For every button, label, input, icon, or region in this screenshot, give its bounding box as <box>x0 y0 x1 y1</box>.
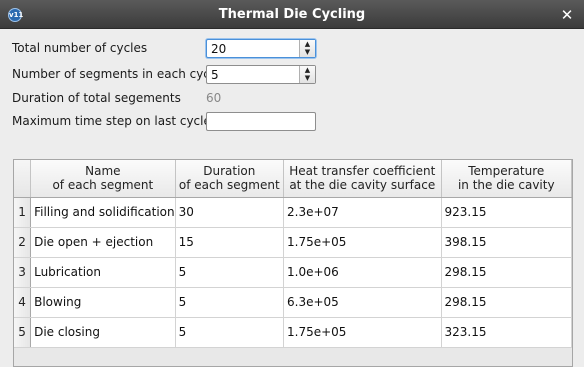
increment-arrow-icon[interactable]: ▲ <box>300 66 315 74</box>
table-header-row: Name of each segment Duration of each se… <box>14 160 573 198</box>
segment-duration-cell[interactable]: 5 <box>175 317 285 348</box>
row-number[interactable]: 1 <box>14 197 32 228</box>
temperature-cell[interactable]: 923.15 <box>441 197 573 228</box>
heat-transfer-cell[interactable]: 1.75e+05 <box>283 227 442 258</box>
total-duration-label: Duration of total segements <box>12 91 181 105</box>
total-cycles-label: Total number of cycles <box>12 41 148 55</box>
table-row: 5 Die closing 5 1.75e+05 323.15 <box>14 317 573 348</box>
segment-name-cell[interactable]: Lubrication <box>30 257 176 288</box>
window-title: Thermal Die Cycling <box>218 7 366 22</box>
temperature-cell[interactable]: 298.15 <box>441 287 573 318</box>
column-header-heat-transfer[interactable]: Heat transfer coefficient at the die cav… <box>283 160 442 198</box>
row-number[interactable]: 4 <box>14 287 32 318</box>
column-header-temperature[interactable]: Temperature in the die cavity <box>441 160 573 198</box>
max-time-step-label: Maximum time step on last cycle <box>12 114 211 128</box>
temperature-cell[interactable]: 398.15 <box>441 227 573 258</box>
decrement-arrow-icon[interactable]: ▼ <box>300 74 315 82</box>
table-row: 3 Lubrication 5 1.0e+06 298.15 <box>14 257 573 288</box>
close-icon: ✕ <box>560 6 574 24</box>
row-number[interactable]: 3 <box>14 257 32 288</box>
temperature-cell[interactable]: 323.15 <box>441 317 573 348</box>
total-cycles-spinbox[interactable]: ▲ ▼ <box>206 39 316 58</box>
spin-arrows: ▲ ▼ <box>299 66 315 83</box>
segment-duration-cell[interactable]: 5 <box>175 257 285 288</box>
heat-transfer-cell[interactable]: 6.3e+05 <box>283 287 442 318</box>
segment-duration-cell[interactable]: 15 <box>175 227 285 258</box>
column-header-duration[interactable]: Duration of each segment <box>175 160 285 198</box>
title-bar: v11 Thermal Die Cycling ✕ <box>0 0 584 29</box>
segment-duration-cell[interactable]: 30 <box>175 197 285 228</box>
segments-per-cycle-input[interactable] <box>207 66 299 83</box>
segments-table-frame: Name of each segment Duration of each se… <box>13 159 573 367</box>
heat-transfer-cell[interactable]: 2.3e+07 <box>283 197 442 228</box>
spin-arrows: ▲ ▼ <box>299 40 315 57</box>
decrement-arrow-icon[interactable]: ▼ <box>300 48 315 56</box>
segment-name-cell[interactable]: Die open + ejection <box>30 227 176 258</box>
row-number[interactable]: 5 <box>14 317 32 348</box>
segments-per-cycle-spinbox[interactable]: ▲ ▼ <box>206 65 316 84</box>
segment-name-cell[interactable]: Filling and solidification <box>30 197 176 228</box>
increment-arrow-icon[interactable]: ▲ <box>300 40 315 48</box>
segments-table: Name of each segment Duration of each se… <box>14 160 573 348</box>
column-header-name[interactable]: Name of each segment <box>30 160 176 198</box>
heat-transfer-cell[interactable]: 1.75e+05 <box>283 317 442 348</box>
table-row: 4 Blowing 5 6.3e+05 298.15 <box>14 287 573 318</box>
segment-name-cell[interactable]: Die closing <box>30 317 176 348</box>
max-time-step-input[interactable] <box>206 112 316 131</box>
row-number[interactable]: 2 <box>14 227 32 258</box>
segments-per-cycle-label: Number of segments in each cycle <box>12 67 221 81</box>
table-row: 1 Filling and solidification 30 2.3e+07 … <box>14 197 573 228</box>
close-button[interactable]: ✕ <box>558 6 576 24</box>
total-cycles-input[interactable] <box>207 40 299 57</box>
table-row: 2 Die open + ejection 15 1.75e+05 398.15 <box>14 227 573 258</box>
table-corner-cell <box>14 160 32 198</box>
total-duration-value: 60 <box>206 91 222 105</box>
temperature-cell[interactable]: 298.15 <box>441 257 573 288</box>
segment-name-cell[interactable]: Blowing <box>30 287 176 318</box>
heat-transfer-cell[interactable]: 1.0e+06 <box>283 257 442 288</box>
segment-duration-cell[interactable]: 5 <box>175 287 285 318</box>
